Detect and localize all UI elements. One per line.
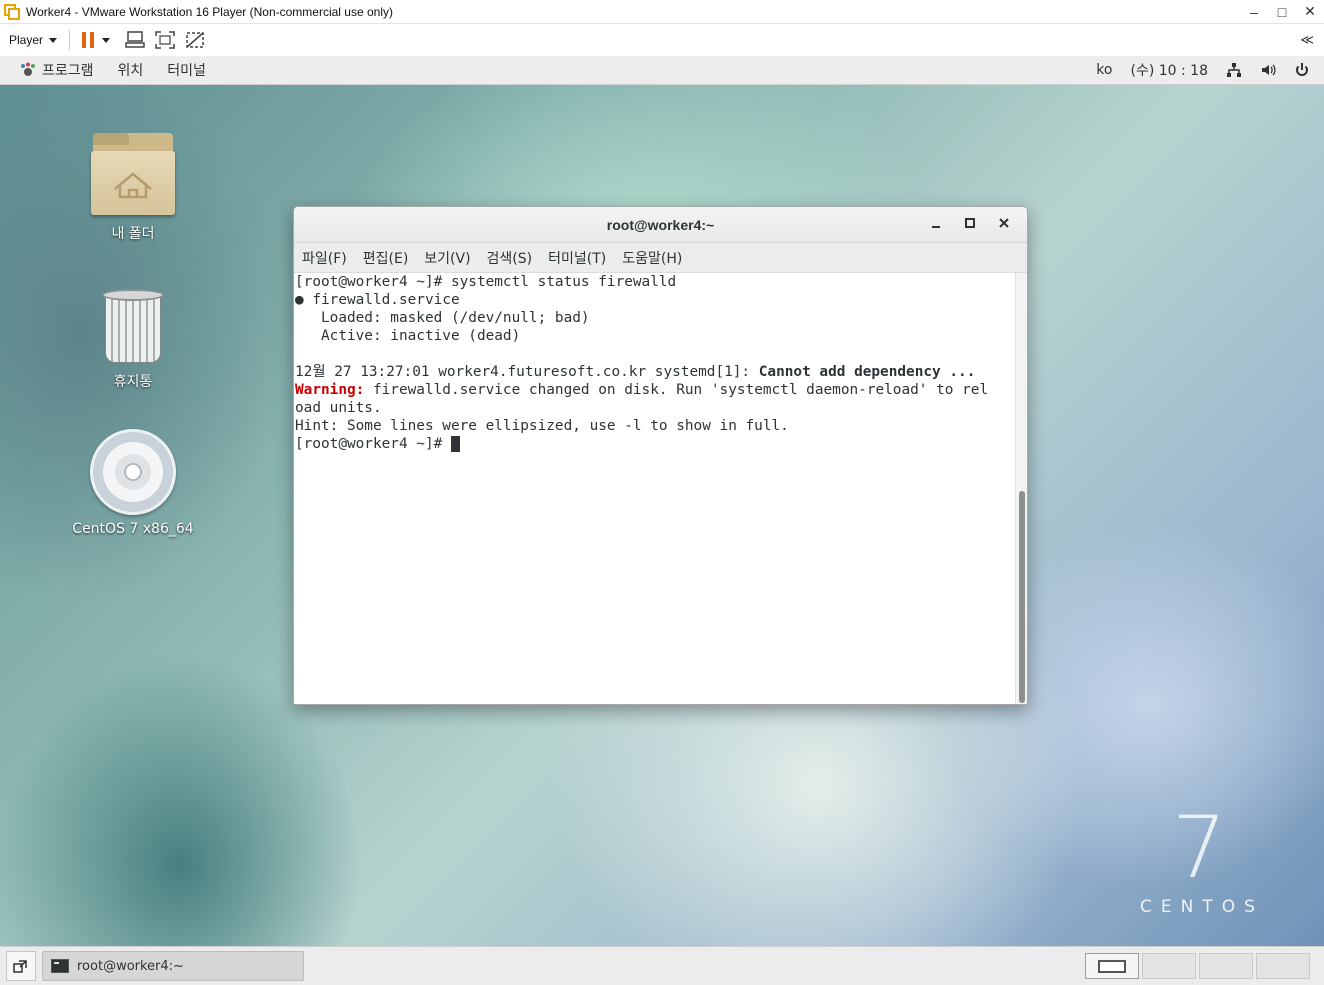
show-desktop-button[interactable] [6, 951, 36, 981]
scrollbar-thumb[interactable] [1019, 491, 1025, 703]
desktop-icon-cdrom[interactable]: CentOS 7 x86_64 [68, 429, 198, 537]
desktop-icon-label: 내 폴더 [111, 226, 155, 242]
network-icon[interactable] [1226, 62, 1242, 78]
terminal-prompt-line: [root@worker4 ~]# [295, 435, 1016, 453]
terminal-line: Active: inactive (dead) [295, 328, 521, 344]
panel-menu-places[interactable]: 위치 [106, 60, 156, 80]
panel-menu-applications[interactable]: 프로그램 [8, 60, 106, 80]
minimize-icon [932, 226, 940, 228]
show-desktop-icon [13, 960, 27, 973]
prompt: [root@worker4 ~]# [295, 436, 451, 452]
collapse-toolbar-button[interactable]: ≪ [1300, 32, 1314, 48]
player-menu-button[interactable]: Player [9, 33, 58, 47]
input-language-indicator[interactable]: ko [1096, 62, 1112, 78]
menu-file[interactable]: 파일(F) [294, 248, 355, 268]
workspace-switcher [1085, 953, 1310, 979]
task-label: root@worker4:~ [77, 958, 184, 974]
maximize-button[interactable]: □ [1268, 0, 1296, 24]
warning-label: Warning: [295, 382, 365, 398]
terminal-scrollbar[interactable] [1015, 273, 1027, 704]
ctrl-alt-del-icon [125, 31, 145, 48]
workspace-3[interactable] [1199, 953, 1253, 979]
fullscreen-icon [155, 31, 175, 49]
terminal-line: Warning: firewalld.service changed on di… [295, 381, 1016, 399]
pause-dropdown-icon[interactable] [102, 37, 111, 43]
terminal-maximize-button[interactable] [953, 217, 987, 233]
optical-disc-icon [90, 429, 176, 515]
centos-watermark: 7 CENTOS [1140, 805, 1264, 917]
log-message: Cannot add dependency ... [758, 364, 976, 380]
terminal-line: ● firewalld.service [295, 292, 460, 308]
terminal-line: 12월 27 13:27:01 worker4.futuresoft.co.kr… [295, 363, 1016, 381]
player-label: Player [9, 33, 44, 47]
gnome-top-panel: 프로그램 위치 터미널 ko (수) 10 : 18 [0, 56, 1324, 85]
menu-help[interactable]: 도움말(H) [614, 248, 690, 268]
workspace-4[interactable] [1256, 953, 1310, 979]
vmware-toolbar: Player ≪ [0, 24, 1324, 56]
desktop-icon-trash[interactable]: 휴지통 [68, 289, 198, 391]
maximize-icon [965, 218, 975, 228]
toolbar-divider [69, 30, 71, 50]
menu-search[interactable]: 검색(S) [479, 248, 541, 268]
menu-view[interactable]: 보기(V) [416, 248, 478, 268]
terminal-titlebar[interactable]: root@worker4:~ [294, 207, 1027, 243]
trash-icon [102, 289, 164, 365]
terminal-line: Hint: Some lines were ellipsized, use -l… [295, 418, 789, 434]
terminal-line: oad units. [295, 400, 382, 416]
unity-button[interactable] [180, 28, 210, 52]
close-icon [999, 218, 1009, 228]
power-icon[interactable] [1294, 62, 1310, 78]
terminal-line: [root@worker4 ~]# systemctl status firew… [295, 274, 677, 290]
terminal-window[interactable]: root@worker4:~ 파일(F) 편집(E) 보기(V) 검색(S) 터… [293, 206, 1028, 705]
minimize-button[interactable]: – [1240, 0, 1268, 24]
workspace-2[interactable] [1142, 953, 1196, 979]
panel-menu-label: 프로그램 [42, 63, 94, 79]
menu-terminal[interactable]: 터미널(T) [540, 248, 614, 268]
centos-version-numeral: 7 [1172, 798, 1227, 898]
vmware-titlebar: Worker4 - VMware Workstation 16 Player (… [0, 0, 1324, 24]
terminal-close-button[interactable] [987, 217, 1021, 233]
log-prefix: 12월 27 13:27:01 worker4.futuresoft.co.kr… [295, 364, 759, 380]
menu-edit[interactable]: 편집(E) [355, 248, 417, 268]
panel-clock[interactable]: (수) 10 : 18 [1130, 60, 1208, 80]
bottom-taskbar: root@worker4:~ [0, 946, 1324, 985]
terminal-title: root@worker4:~ [606, 216, 715, 233]
pause-button[interactable] [82, 32, 95, 48]
workspace-1[interactable] [1085, 953, 1139, 979]
send-ctrl-alt-del-button[interactable] [120, 28, 150, 52]
terminal-line: Loaded: masked (/dev/null; bad) [295, 310, 590, 326]
home-folder-icon [91, 133, 175, 217]
terminal-output[interactable]: [root@worker4 ~]# systemctl status firew… [294, 273, 1016, 704]
desktop-icon-label: CentOS 7 x86_64 [72, 521, 194, 537]
centos-wordmark: CENTOS [1140, 897, 1264, 917]
unity-mode-icon [186, 32, 204, 48]
terminal-menubar: 파일(F) 편집(E) 보기(V) 검색(S) 터미널(T) 도움말(H) [294, 243, 1027, 273]
volume-icon[interactable] [1260, 62, 1276, 78]
text-cursor [450, 436, 460, 452]
desktop-icon-home-folder[interactable]: 내 폴더 [68, 133, 198, 243]
warning-text: firewalld.service changed on disk. Run '… [364, 382, 989, 398]
chevron-down-icon [49, 37, 58, 43]
terminal-icon [51, 959, 69, 973]
panel-menu-terminal[interactable]: 터미널 [155, 60, 218, 80]
close-button[interactable]: ✕ [1296, 0, 1324, 24]
vmware-logo-icon [4, 3, 20, 20]
fullscreen-button[interactable] [150, 28, 180, 52]
terminal-minimize-button[interactable] [919, 217, 953, 233]
pause-icon [82, 32, 87, 48]
gnome-foot-icon [21, 62, 35, 76]
desktop-icon-label: 휴지통 [113, 374, 153, 390]
window-title: Worker4 - VMware Workstation 16 Player (… [26, 4, 394, 19]
taskbar-item-terminal[interactable]: root@worker4:~ [42, 951, 304, 981]
